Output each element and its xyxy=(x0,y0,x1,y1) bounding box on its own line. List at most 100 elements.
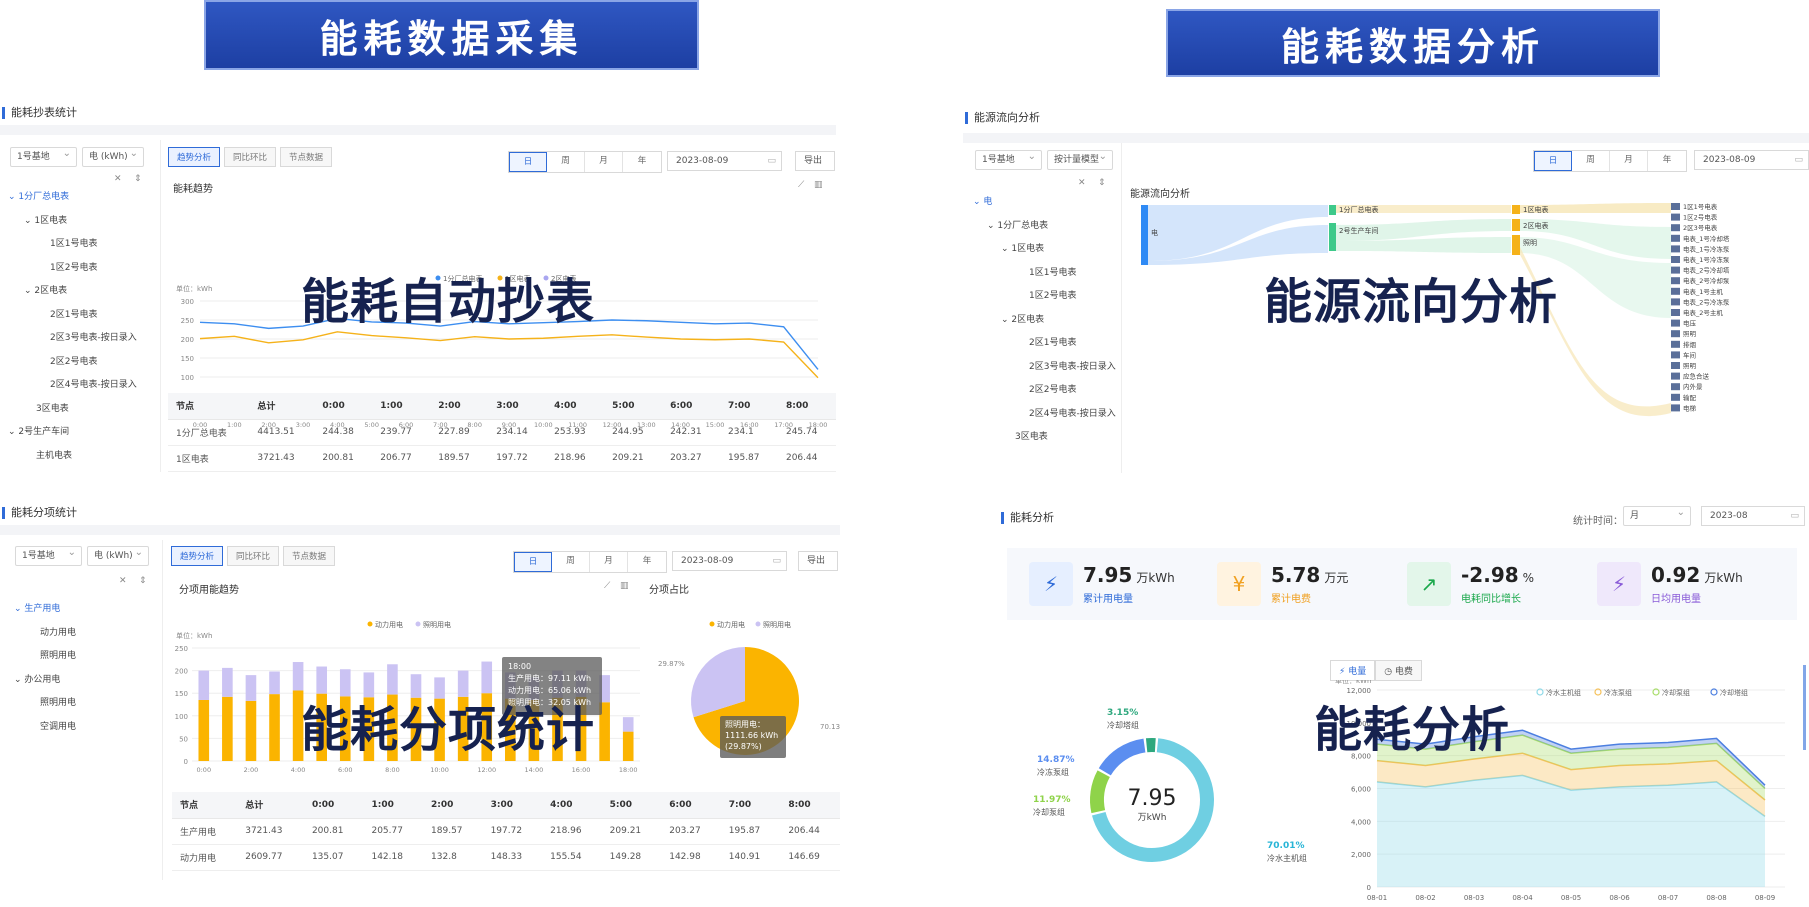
tree-item[interactable]: 照明用电 xyxy=(14,692,164,716)
table-cell: 195.87 xyxy=(720,445,778,472)
energy-type-select[interactable]: 电 (kWh) xyxy=(87,544,149,566)
toggle-cost[interactable]: ◷ 电费 xyxy=(1375,660,1422,681)
seg-day[interactable]: 日 xyxy=(1534,151,1572,171)
seg-year[interactable]: 年 xyxy=(628,552,666,572)
tree-item[interactable]: 1区1号电表 xyxy=(973,262,1128,286)
tab-trend[interactable]: 趋势分析 xyxy=(168,147,221,167)
tree-item[interactable]: ⌄ 2区电表 xyxy=(973,309,1128,333)
chart-title: 能源流向分析 xyxy=(1130,189,1190,200)
period-segment: 日 周 月 年 xyxy=(1533,150,1687,172)
tree-item[interactable]: 2区4号电表-按日录入 xyxy=(8,374,158,398)
period-select[interactable]: 月 xyxy=(1623,504,1691,526)
sort-icon[interactable]: ⇕ xyxy=(134,174,142,184)
sort-icon[interactable]: ⇕ xyxy=(1098,178,1106,188)
sankey-node xyxy=(1141,205,1148,265)
scrollbar[interactable] xyxy=(1803,665,1806,750)
sankey-label: 电表_1号冷冻泵 xyxy=(1683,244,1730,253)
tab-compare[interactable]: 同比环比 xyxy=(224,147,277,167)
bar xyxy=(269,671,280,695)
legend-label: 冷冻泵组 xyxy=(1604,688,1632,697)
legend-swatch xyxy=(755,621,761,627)
bar-chart-icon[interactable]: ▥ xyxy=(814,180,823,190)
x-tick-label: 10:00 xyxy=(430,766,449,774)
tree-item[interactable]: 3区电表 xyxy=(973,426,1128,450)
table-cell: 227.89 xyxy=(430,419,489,446)
tree-item[interactable]: ⌄ 办公用电 xyxy=(14,669,164,693)
tree-item[interactable]: 主机电表 xyxy=(8,445,158,469)
tree-item[interactable]: 2区3号电表-按日录入 xyxy=(973,356,1128,380)
table-header-cell: 7:00 xyxy=(720,792,781,819)
date-picker[interactable]: 2023-08 xyxy=(1701,506,1805,526)
sort-icon[interactable]: ⇕ xyxy=(139,576,147,586)
sankey-node xyxy=(1671,393,1680,401)
seg-year[interactable]: 年 xyxy=(1648,151,1686,171)
tree-item[interactable]: 2区2号电表 xyxy=(973,379,1128,403)
seg-month[interactable]: 月 xyxy=(590,552,628,572)
tree-item[interactable]: 2区1号电表 xyxy=(973,332,1128,356)
bar-chart-icon[interactable]: ▥ xyxy=(620,581,629,591)
tree-item[interactable]: 照明用电 xyxy=(14,645,164,669)
tab-compare[interactable]: 同比环比 xyxy=(227,546,280,566)
date-picker[interactable]: 2023-08-09 xyxy=(667,151,782,171)
collapse-icon[interactable]: ✕ xyxy=(114,174,122,184)
tree-item[interactable]: 2区3号电表-按日录入 xyxy=(8,327,158,351)
model-select[interactable]: 按计量模型 xyxy=(1047,148,1113,170)
tree-item[interactable]: 2区2号电表 xyxy=(8,351,158,375)
tree-item[interactable]: ⌄ 1分厂总电表 xyxy=(973,215,1128,239)
x-tick-label: 4:00 xyxy=(291,766,306,774)
tree-item[interactable]: 1区2号电表 xyxy=(973,285,1128,309)
tree-item[interactable]: ⌄ 电 xyxy=(973,191,1128,215)
export-button[interactable]: 导出 xyxy=(795,151,835,171)
seg-month[interactable]: 月 xyxy=(585,152,623,172)
energy-type-select[interactable]: 电 (kWh) xyxy=(82,145,144,167)
tree-item[interactable]: 3区电表 xyxy=(8,398,158,422)
seg-year[interactable]: 年 xyxy=(623,152,661,172)
sankey-label: 1区1号电表 xyxy=(1683,203,1718,211)
table-header-cell: 6:00 xyxy=(662,393,721,420)
tree-item[interactable]: 1区1号电表 xyxy=(8,233,158,257)
tree-item[interactable]: ⌄ 1区电表 xyxy=(973,238,1128,262)
sankey-label: 电表_1号主机 xyxy=(1683,287,1723,296)
line-chart-icon[interactable]: ⟋ xyxy=(604,581,610,591)
tree-item[interactable]: 动力用电 xyxy=(14,622,164,646)
date-picker[interactable]: 2023-08-09 xyxy=(1694,150,1809,170)
sankey-label: 2号生产车间 xyxy=(1339,226,1378,235)
pie-tooltip: 照明用电： 1111.66 kWh (29.87%) xyxy=(720,716,786,758)
kpi-icon: ¥ xyxy=(1217,562,1261,606)
tree-item[interactable]: ⌄ 2区电表 xyxy=(8,280,158,304)
seg-week[interactable]: 周 xyxy=(547,152,585,172)
tree-item[interactable]: ⌄ 生产用电 xyxy=(14,598,164,622)
tree-item[interactable]: ⌄ 1分厂总电表 xyxy=(8,186,158,210)
site-select[interactable]: 1号基地 xyxy=(15,544,82,566)
tab-node-data[interactable]: 节点数据 xyxy=(283,546,336,566)
collapse-icon[interactable]: ✕ xyxy=(119,576,127,586)
table-header-cell: 6:00 xyxy=(661,792,721,819)
seg-week[interactable]: 周 xyxy=(552,552,590,572)
table-cell: 142.98 xyxy=(661,844,721,871)
divider xyxy=(162,540,163,880)
seg-month[interactable]: 月 xyxy=(1610,151,1648,171)
seg-week[interactable]: 周 xyxy=(1572,151,1610,171)
line-chart-icon[interactable]: ⟋ xyxy=(798,180,804,190)
table-cell: 148.33 xyxy=(482,844,543,871)
tree-item[interactable]: 1区2号电表 xyxy=(8,257,158,281)
tab-trend[interactable]: 趋势分析 xyxy=(171,546,224,566)
tree-item[interactable]: 2区4号电表-按日录入 xyxy=(973,403,1128,427)
tree-item[interactable]: 空调用电 xyxy=(14,716,164,740)
kpi-card: ⚡ 7.95 万kWh 累计用电量 xyxy=(1029,562,1175,606)
toggle-kwh[interactable]: ⚡ 电量 xyxy=(1330,660,1376,681)
export-button[interactable]: 导出 xyxy=(798,551,838,571)
tree-item[interactable]: ⌄ 1区电表 xyxy=(8,210,158,234)
collapse-icon[interactable]: ✕ xyxy=(1078,178,1086,188)
seg-day[interactable]: 日 xyxy=(514,552,552,572)
site-select[interactable]: 1号基地 xyxy=(10,145,77,167)
tab-node-data[interactable]: 节点数据 xyxy=(280,147,333,167)
site-select[interactable]: 1号基地 xyxy=(975,148,1042,170)
pie-label: 29.87% xyxy=(658,660,685,668)
table-row: 生产用电 3721.43 200.81 205.77 189.57 197.72 218.9… xyxy=(172,818,840,845)
tree-item[interactable]: 2区1号电表 xyxy=(8,304,158,328)
seg-day[interactable]: 日 xyxy=(509,152,547,172)
tree-item[interactable]: ⌄ 2号生产车间 xyxy=(8,421,158,445)
table-header-cell: 3:00 xyxy=(488,393,547,420)
date-picker[interactable]: 2023-08-09 xyxy=(672,551,787,571)
